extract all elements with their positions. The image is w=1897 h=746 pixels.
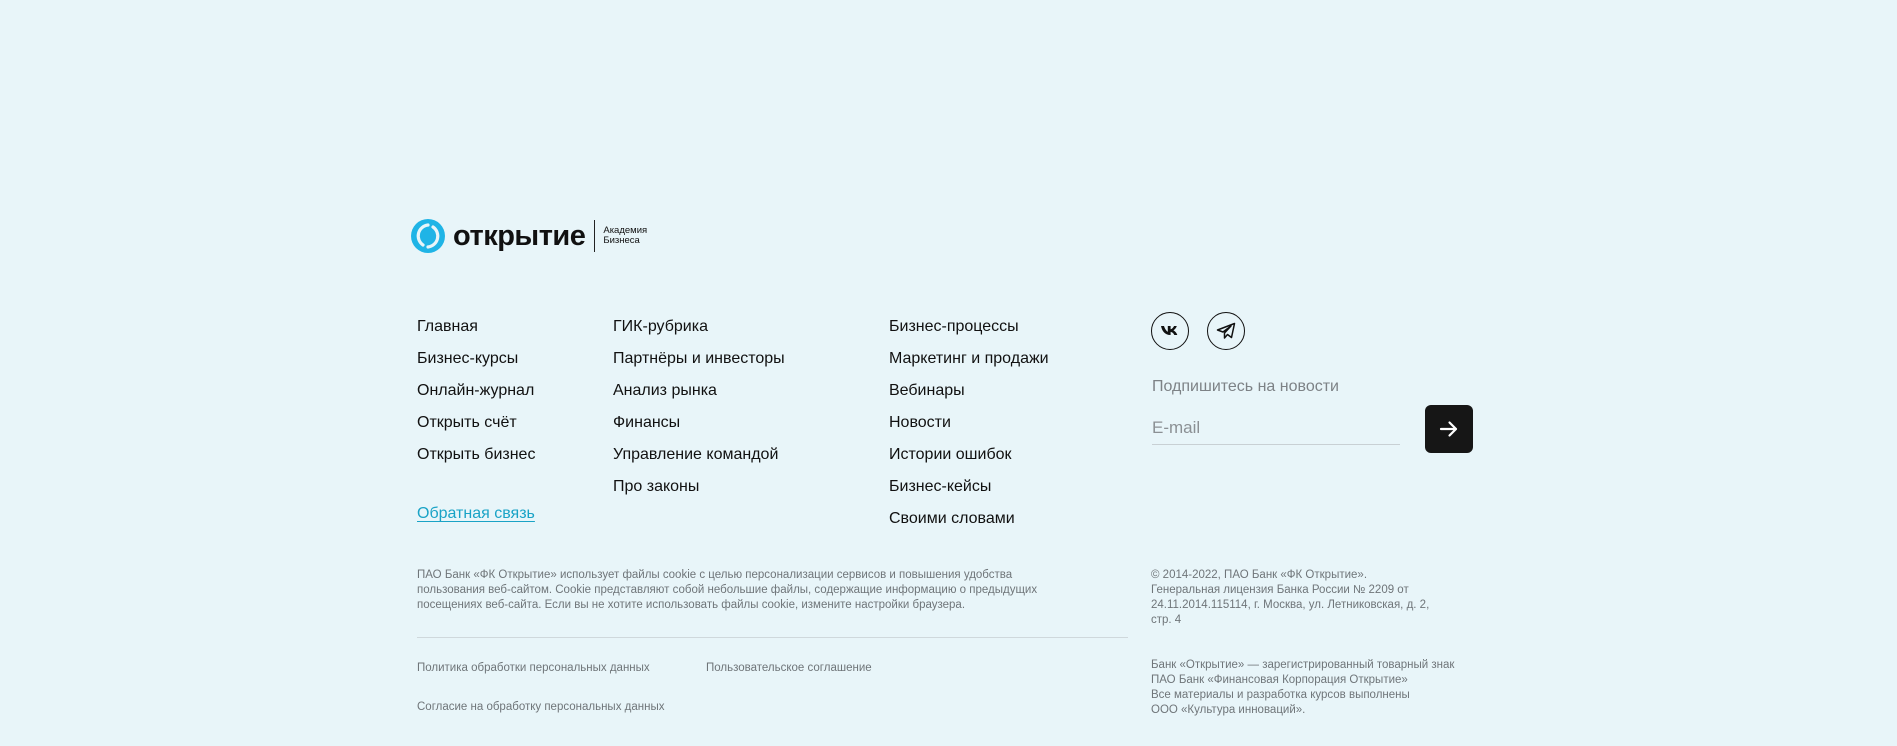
- logo[interactable]: открытие Академия Бизнеса: [411, 218, 647, 254]
- trademark-line: ПАО Банк «Финансовая Корпорация Открытие…: [1151, 674, 1408, 686]
- subscribe-submit-button[interactable]: [1425, 405, 1473, 453]
- nav-link-team-management[interactable]: Управление командой: [613, 439, 785, 471]
- logo-subtitle: Академия Бизнеса: [603, 226, 647, 246]
- feedback-link[interactable]: Обратная связь: [417, 503, 535, 525]
- nav-column-main: Главная Бизнес-курсы Онлайн-журнал Откры…: [417, 311, 535, 471]
- vk-button[interactable]: [1151, 312, 1189, 350]
- logo-subtitle-line2: Бизнеса: [603, 235, 640, 246]
- nav-link-business-courses[interactable]: Бизнес-курсы: [417, 343, 535, 375]
- social-links: [1151, 312, 1245, 350]
- telegram-button[interactable]: [1207, 312, 1245, 350]
- nav-column-topics: ГИК-рубрика Партнёры и инвесторы Анализ …: [613, 311, 785, 503]
- trademark-line: Банк «Открытие» — зарегистрированный тов…: [1151, 659, 1455, 671]
- nav-link-news[interactable]: Новости: [889, 407, 1049, 439]
- footer-divider: [417, 637, 1128, 638]
- nav-link-home[interactable]: Главная: [417, 311, 535, 343]
- telegram-icon: [1216, 322, 1236, 339]
- nav-link-online-journal[interactable]: Онлайн-журнал: [417, 375, 535, 407]
- cookie-notice-line: посещениях веб-сайта. Если вы не хотите …: [417, 599, 966, 611]
- nav-link-business-cases[interactable]: Бизнес-кейсы: [889, 471, 1049, 503]
- copyright-info: © 2014-2022, ПАО Банк «ФК Открытие». Ген…: [1151, 568, 1481, 628]
- copyright-line: Генеральная лицензия Банка России № 2209…: [1151, 584, 1409, 596]
- nav-link-marketing-sales[interactable]: Маркетинг и продажи: [889, 343, 1049, 375]
- data-consent-link[interactable]: Согласие на обработку персональных данны…: [417, 701, 664, 713]
- cookie-notice: ПАО Банк «ФК Открытие» использует файлы …: [417, 568, 1117, 613]
- footer-page: открытие Академия Бизнеса Главная Бизнес…: [0, 0, 1897, 746]
- copyright-line: © 2014-2022, ПАО Банк «ФК Открытие».: [1151, 569, 1368, 581]
- nav-link-laws[interactable]: Про законы: [613, 471, 785, 503]
- trademark-line: ООО «Культура инноваций».: [1151, 704, 1306, 716]
- copyright-line: 24.11.2014.115114, г. Москва, ул. Летник…: [1151, 599, 1430, 611]
- user-agreement-link[interactable]: Пользовательское соглашение: [706, 662, 872, 674]
- privacy-policy-link[interactable]: Политика обработки персональных данных: [417, 662, 650, 674]
- nav-link-open-business[interactable]: Открыть бизнес: [417, 439, 535, 471]
- email-field[interactable]: [1152, 412, 1400, 445]
- nav-link-error-stories[interactable]: Истории ошибок: [889, 439, 1049, 471]
- nav-link-open-account[interactable]: Открыть счёт: [417, 407, 535, 439]
- vk-icon: [1161, 326, 1178, 335]
- nav-link-webinars[interactable]: Вебинары: [889, 375, 1049, 407]
- logo-wordmark: открытие: [453, 219, 586, 252]
- nav-link-market-analysis[interactable]: Анализ рынка: [613, 375, 785, 407]
- subscribe-title: Подпишитесь на новости: [1152, 378, 1339, 395]
- nav-link-business-processes[interactable]: Бизнес-процессы: [889, 311, 1049, 343]
- trademark-info: Банк «Открытие» — зарегистрированный тов…: [1151, 658, 1491, 718]
- nav-link-in-own-words[interactable]: Своими словами: [889, 503, 1049, 535]
- cookie-notice-line: пользования веб-сайтом. Cookie представл…: [417, 584, 1038, 596]
- arrow-right-icon: [1439, 421, 1458, 437]
- logo-divider: [594, 220, 596, 252]
- nav-column-sections: Бизнес-процессы Маркетинг и продажи Веби…: [889, 311, 1049, 535]
- copyright-line: стр. 4: [1151, 614, 1182, 626]
- trademark-line: Все материалы и разработка курсов выполн…: [1151, 689, 1410, 701]
- nav-link-geek-rubric[interactable]: ГИК-рубрика: [613, 311, 785, 343]
- nav-link-partners-investors[interactable]: Партнёры и инвесторы: [613, 343, 785, 375]
- otkritie-logo-icon: [411, 219, 445, 253]
- cookie-notice-line: ПАО Банк «ФК Открытие» использует файлы …: [417, 569, 1013, 581]
- nav-link-finance[interactable]: Финансы: [613, 407, 785, 439]
